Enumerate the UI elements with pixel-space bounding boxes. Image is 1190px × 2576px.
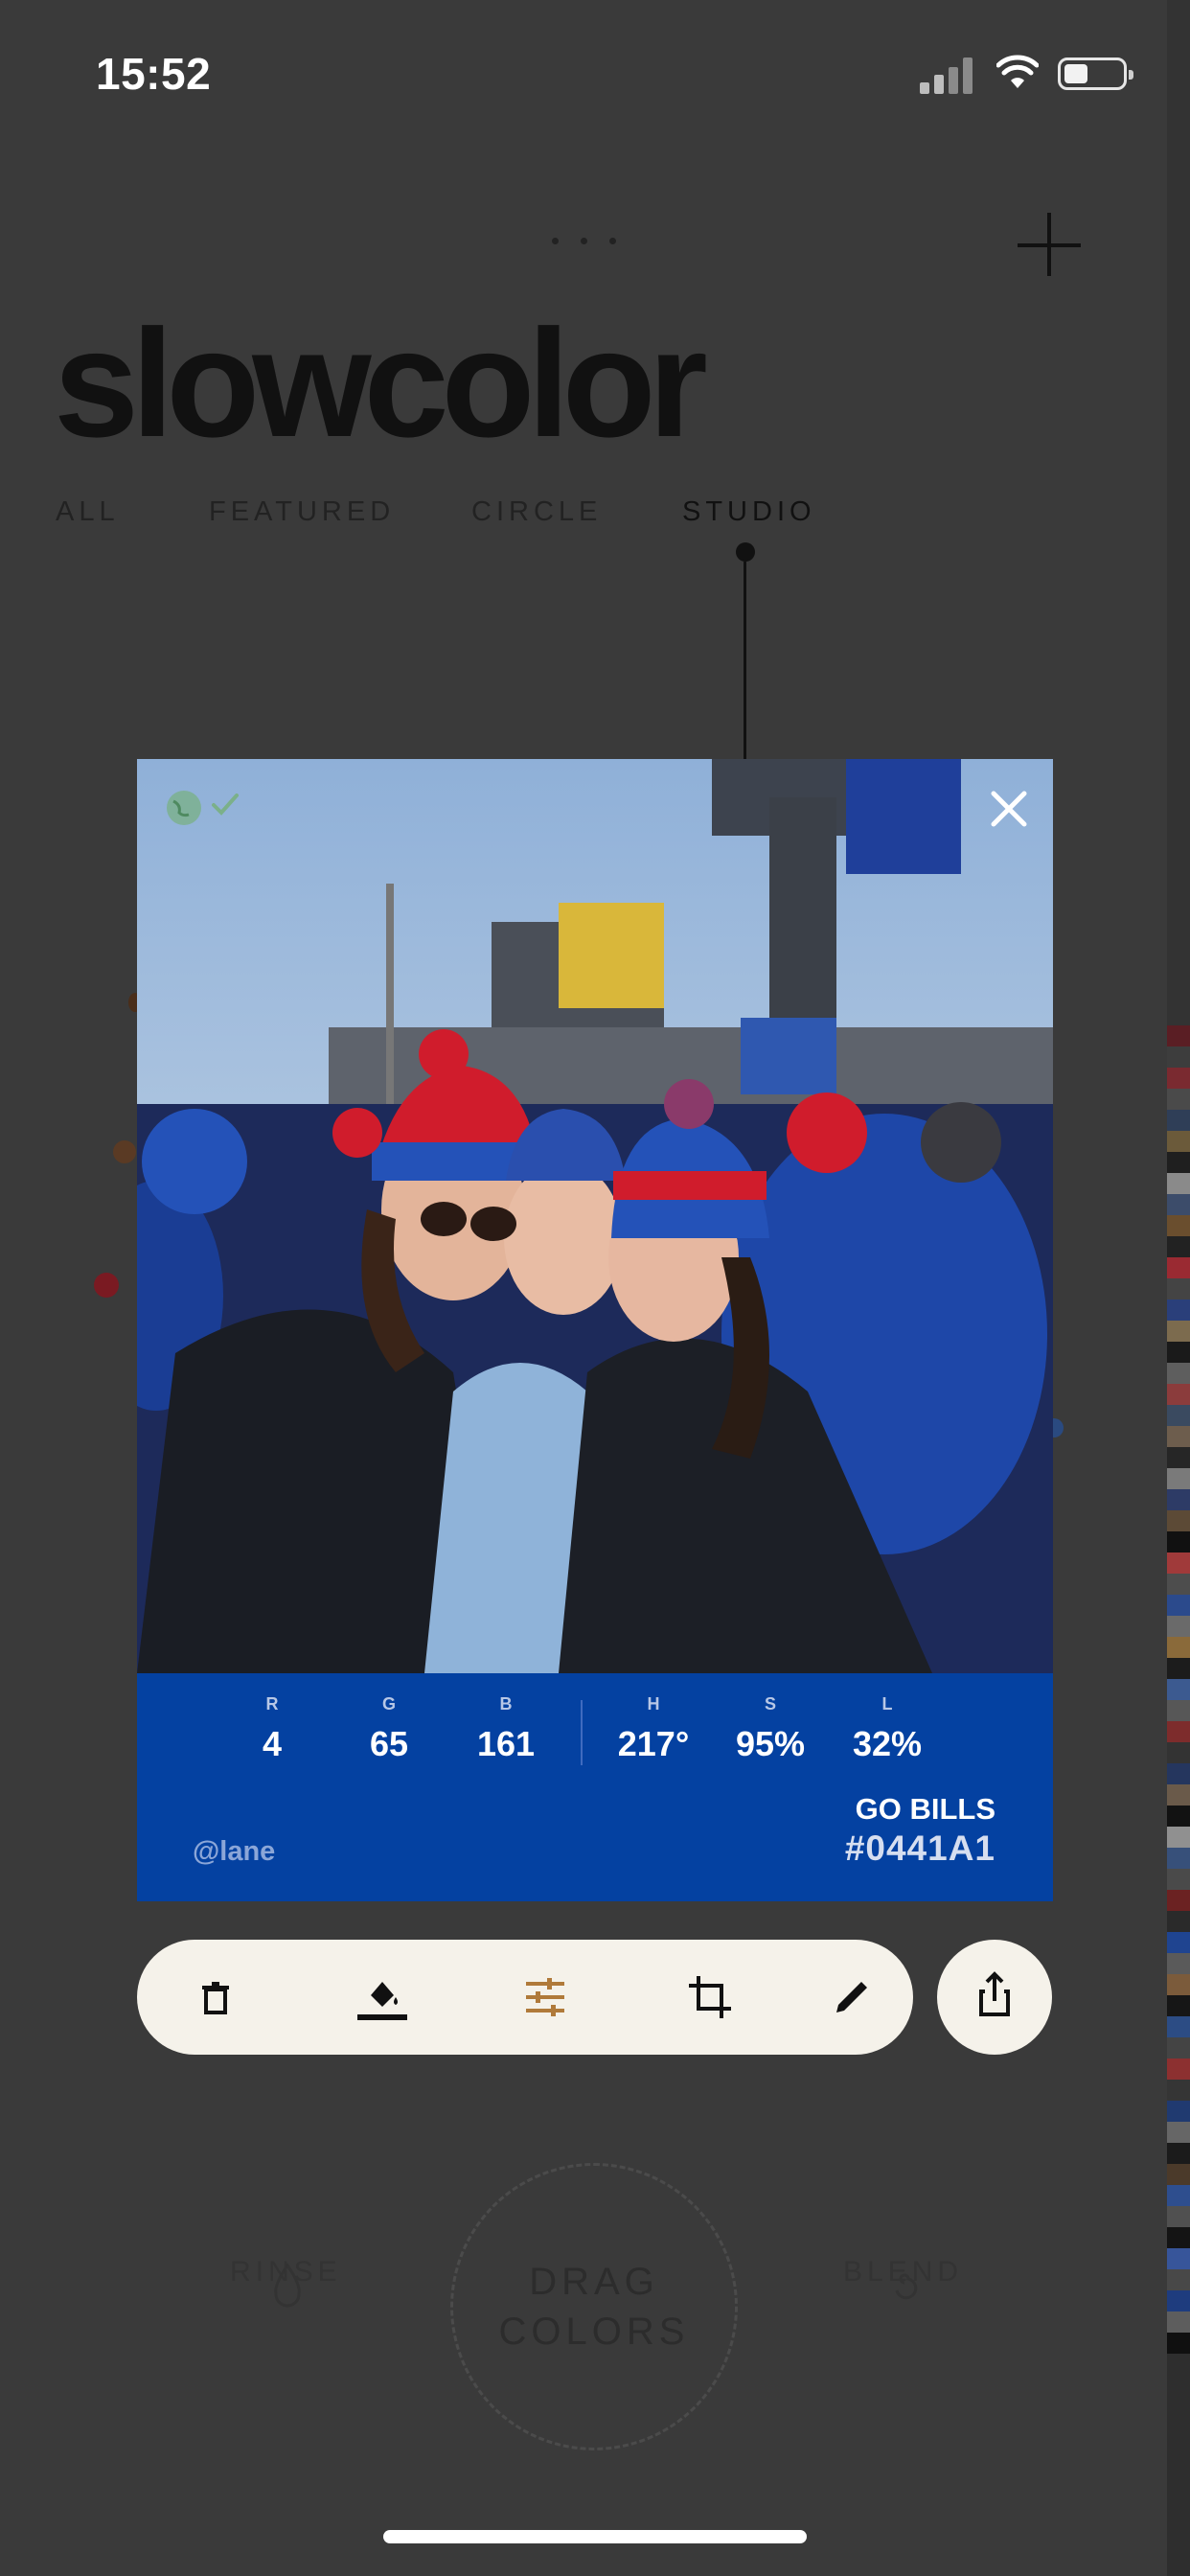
palette-dot[interactable]: [94, 1273, 119, 1298]
pencil-icon[interactable]: [823, 1968, 881, 2026]
saturation-value: S 95%: [735, 1694, 806, 1763]
active-tab-indicator: [736, 542, 755, 562]
battery-icon: [1058, 58, 1133, 90]
tab-circle[interactable]: CIRCLE: [471, 496, 602, 528]
blue-value: B 161: [476, 1694, 536, 1763]
hue-value: H 217°: [617, 1694, 690, 1763]
author-handle[interactable]: @lane: [193, 1836, 275, 1868]
color-info-panel: R 4 G 65 B 161 H 217° S 95% L 32% @lane …: [137, 1673, 1053, 1901]
photo: [137, 759, 1053, 1673]
tab-studio[interactable]: STUDIO: [682, 496, 816, 528]
status-time: 15:52: [96, 49, 212, 99]
wifi-icon: [996, 55, 1039, 88]
tab-connector-line: [744, 562, 746, 759]
sliders-icon[interactable]: [516, 1968, 574, 2026]
trash-icon[interactable]: [187, 1968, 244, 2026]
blend-button[interactable]: BLEND: [843, 2256, 963, 2288]
color-name: GO BILLS: [855, 1792, 995, 1826]
more-options-icon[interactable]: [546, 238, 623, 266]
color-history-strip[interactable]: [1167, 0, 1190, 2576]
red-value: R 4: [262, 1694, 283, 1763]
cellular-signal-icon: [920, 56, 977, 94]
color-card[interactable]: R 4 G 65 B 161 H 217° S 95% L 32% @lane …: [137, 759, 1053, 1901]
published-check-icon: [212, 794, 239, 816]
globe-icon: [167, 791, 201, 825]
home-indicator[interactable]: [383, 2530, 807, 2543]
add-button[interactable]: [1014, 207, 1090, 284]
drag-colors-label: DRAG COLORS: [498, 2261, 690, 2353]
rinse-button[interactable]: RINSE: [230, 2256, 342, 2288]
color-hex: #0441A1: [844, 1828, 995, 1868]
divider: [581, 1700, 583, 1765]
green-value: G 65: [369, 1694, 409, 1763]
paint-bucket-icon[interactable]: [354, 1968, 411, 2026]
share-icon: [979, 1971, 1010, 2016]
palette-dot[interactable]: [113, 1140, 136, 1163]
app-logo: slowcolor: [54, 297, 708, 469]
share-button[interactable]: [937, 1940, 1052, 2055]
tab-featured[interactable]: FEATURED: [209, 496, 395, 528]
crop-icon[interactable]: [681, 1968, 739, 2026]
close-icon[interactable]: [980, 780, 1038, 838]
tab-all[interactable]: ALL: [56, 496, 120, 528]
edit-toolbar: [137, 1940, 913, 2055]
lightness-value: L 32%: [852, 1694, 923, 1763]
